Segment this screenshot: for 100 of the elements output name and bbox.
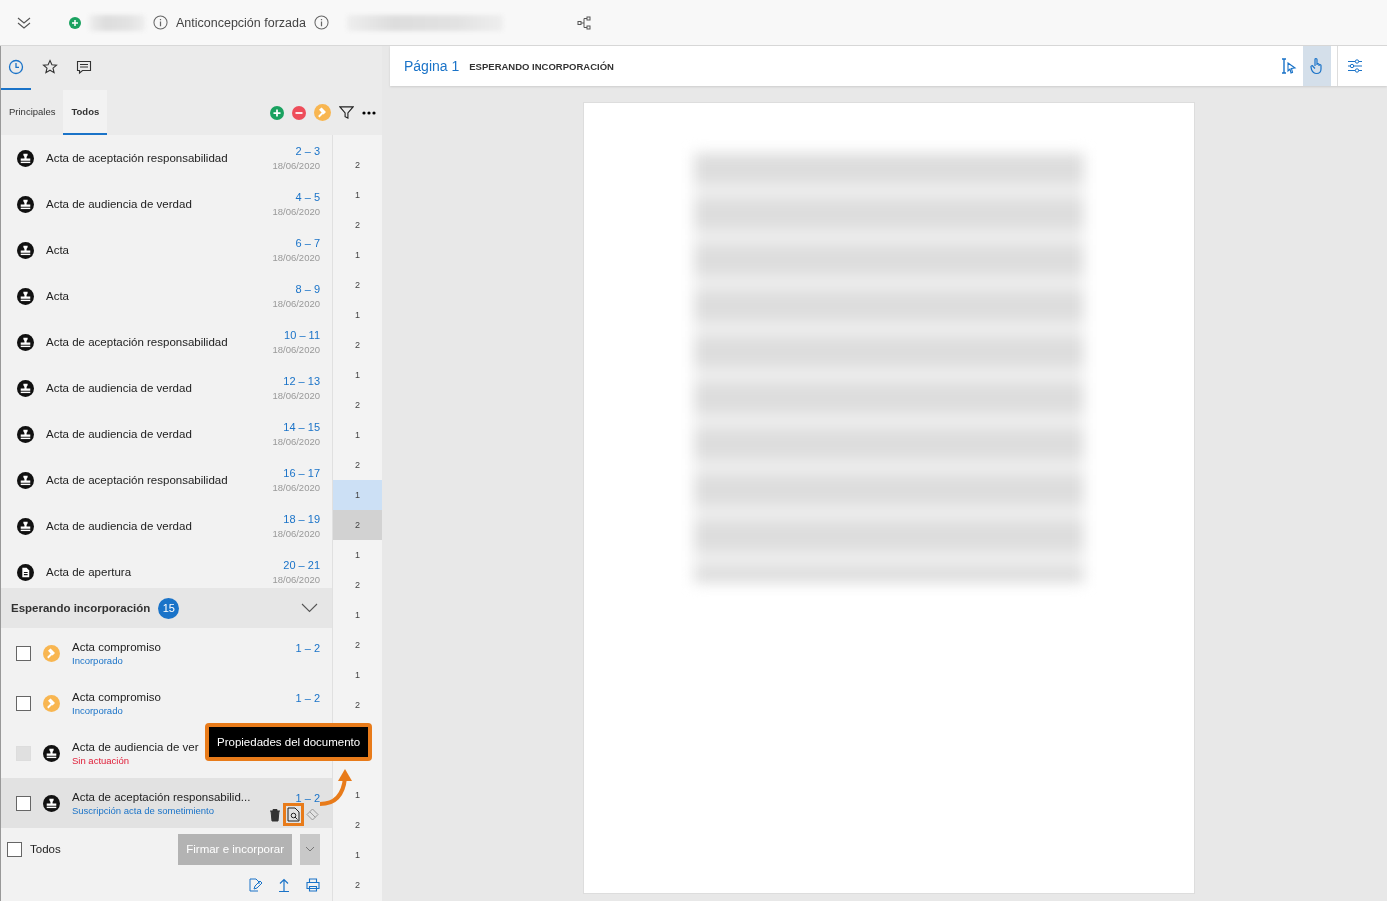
add-icon[interactable] (69, 16, 81, 29)
document-date: 18/06/2020 (272, 206, 320, 217)
page-range: 4 – 5 (294, 191, 320, 203)
more-icon[interactable] (362, 110, 376, 115)
page-thumbnail[interactable]: 2 (333, 330, 382, 360)
section-title: Esperando incorporación (11, 602, 151, 614)
add-icon[interactable] (270, 105, 284, 120)
page-thumbnail[interactable]: 2 (333, 810, 382, 840)
delete-button[interactable] (268, 806, 282, 823)
document-search-icon (287, 807, 300, 822)
page-thumbnail[interactable]: 1 (333, 420, 382, 450)
page-thumbnail[interactable]: 2 (333, 390, 382, 420)
page-thumbnail[interactable]: 2 (333, 630, 382, 660)
document-date: 18/06/2020 (272, 344, 320, 355)
trash-icon (269, 807, 281, 822)
stamp-icon (17, 471, 34, 489)
checkbox-label: Todos (30, 843, 61, 855)
page-thumbnail[interactable]: 2 (333, 210, 382, 240)
star-icon (42, 59, 58, 75)
document-title[interactable]: Acta de audiencia de verdad (46, 520, 261, 532)
hand-icon (1309, 57, 1325, 75)
page-range: 12 – 13 (282, 375, 320, 387)
page-range: 14 – 15 (282, 421, 320, 433)
print-icon[interactable] (306, 878, 320, 892)
document-title[interactable]: Acta de audiencia de verdad (46, 382, 261, 394)
document-date: 18/06/2020 (272, 528, 320, 539)
stamp-icon (17, 425, 34, 443)
document-title[interactable]: Acta (46, 290, 261, 302)
checkbox[interactable] (16, 695, 31, 711)
page-thumbnail[interactable]: 1 (333, 360, 382, 390)
stamp-icon (17, 287, 34, 305)
document-title[interactable]: Acta (46, 244, 261, 256)
document-title[interactable]: Acta de aceptación responsabilidad (46, 152, 261, 164)
document-properties-button[interactable] (286, 806, 301, 823)
page-range: 1 – 2 (295, 642, 320, 654)
stamp-icon (43, 794, 60, 812)
chevron-icon[interactable] (301, 603, 318, 613)
page-thumbnail[interactable]: 1 (333, 840, 382, 870)
chevron-icon (305, 846, 315, 852)
page-thumbnail[interactable]: 1 (333, 660, 382, 690)
page-thumbnail[interactable]: 2 (333, 450, 382, 480)
stamp-icon (17, 379, 34, 397)
double-chevron-icon[interactable] (17, 15, 31, 30)
filter-tab[interactable]: Principales (1, 90, 64, 135)
checkbox[interactable] (7, 841, 22, 857)
document-title[interactable]: Acta compromiso (72, 690, 284, 703)
count-badge: 15 (158, 597, 180, 619)
settings-icon (1346, 58, 1363, 74)
page-thumbnail[interactable]: 2 (333, 570, 382, 600)
page-range: 2 – 3 (294, 145, 320, 157)
status-label: Incorporado (72, 654, 124, 666)
document-date: 18/06/2020 (272, 252, 320, 263)
page-thumbnail[interactable]: 2 (333, 870, 382, 900)
page-thumbnail[interactable]: 1 (333, 300, 382, 330)
page-label: Página 1 (404, 58, 460, 74)
page-thumbnail[interactable]: 1 (333, 780, 382, 810)
tooltip: Propiedades del documento (205, 723, 373, 761)
page-thumbnail[interactable]: 2 (333, 690, 382, 720)
document-status: ESPERANDO INCORPORACIÓN (469, 60, 614, 72)
stamp-icon (17, 241, 34, 259)
stamp-icon (17, 517, 34, 535)
status-label: Incorporado (72, 704, 124, 716)
page-thumbnail[interactable]: 1 (333, 240, 382, 270)
checkbox[interactable] (16, 795, 31, 811)
filter-tab[interactable]: Todos (63, 90, 108, 135)
page-range: 6 – 7 (294, 237, 320, 249)
stamp-icon (17, 149, 34, 167)
case-title: Anticoncepción forzada (176, 15, 306, 30)
info-icon[interactable] (313, 15, 329, 30)
page-thumbnail[interactable]: 2 (333, 150, 382, 180)
document-date: 18/06/2020 (272, 574, 320, 585)
redacted-text (89, 14, 145, 31)
page-range: 10 – 11 (283, 329, 320, 341)
document-title[interactable]: Acta de aceptación responsabilidad (46, 474, 261, 486)
filter-icon[interactable] (339, 105, 354, 120)
document-date: 18/06/2020 (272, 436, 320, 447)
document-title[interactable]: Acta de apertura (46, 566, 261, 578)
page-range: 16 – 17 (282, 467, 320, 479)
document-date: 18/06/2020 (272, 298, 320, 309)
hierarchy-icon[interactable] (576, 15, 592, 30)
document-title[interactable]: Acta compromiso (72, 640, 284, 653)
page-thumbnail[interactable]: 1 (333, 540, 382, 570)
info-icon[interactable] (153, 15, 168, 30)
document-title[interactable]: Acta de aceptación responsabilid... (72, 790, 256, 803)
page-thumbnail[interactable]: 2 (333, 270, 382, 300)
document-title[interactable]: Acta de aceptación responsabilidad (46, 336, 261, 348)
stamp-icon (17, 333, 34, 351)
checkbox[interactable] (16, 645, 31, 661)
upload-icon[interactable] (278, 878, 290, 892)
page-thumbnail[interactable]: 2 (333, 510, 382, 540)
page-thumbnail[interactable]: 1 (333, 600, 382, 630)
document-title[interactable]: Acta de audiencia de verdad (46, 428, 261, 440)
page-thumbnail[interactable]: 1 (333, 180, 382, 210)
page-thumbnail[interactable]: 1 (333, 480, 382, 510)
remove-icon[interactable] (292, 105, 306, 120)
document-title[interactable]: Acta de audiencia de verdad (46, 198, 261, 210)
document-date: 18/06/2020 (272, 160, 320, 171)
clock-icon (8, 59, 24, 75)
viewer-tool-button[interactable] (1303, 46, 1331, 86)
edit-icon[interactable] (248, 878, 262, 892)
